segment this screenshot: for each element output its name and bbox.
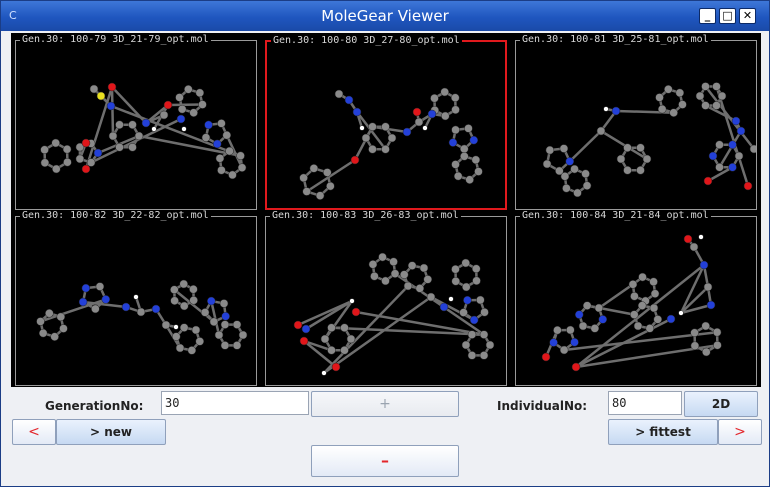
molecule-panel-80[interactable]: Gen.30: 100-80 3D_27-80_opt.mol [265,35,507,210]
maximize-button[interactable]: □ [719,8,736,24]
molecule-structure [293,252,495,376]
molecule-structure [40,82,247,180]
fittest-button[interactable]: > fittest [608,419,718,445]
molecule-panel-82[interactable]: Gen.30: 100-82 3D_22-82_opt.mol [15,210,257,386]
mode-2d-button[interactable]: 2D [684,391,758,417]
molecule-panel-83[interactable]: Gen.30: 100-83 3D_26-83_opt.mol [265,210,507,386]
generation-label: GenerationNo: [45,399,144,413]
close-button[interactable]: ✕ [739,8,756,24]
minus-button[interactable]: – [311,445,459,477]
molecule-panel-79[interactable]: Gen.30: 100-79 3D_21-79_opt.mol [15,34,257,210]
molecule-structure [541,234,722,372]
molecule-structure [542,82,756,198]
prev-button[interactable]: < [12,419,56,445]
molecule-grid: Gen.30: 100-79 3D_21-79_opt.mol Gen.30: … [11,33,761,387]
minimize-button[interactable]: _ [699,8,716,24]
individual-input[interactable]: 80 [608,391,682,415]
molecule-structure [299,87,483,200]
title-bar[interactable]: C MoleGear Viewer _ □ ✕ [1,1,769,31]
molecule-panel-81[interactable]: Gen.30: 100-81 3D_25-81_opt.mol [515,34,757,210]
plus-button[interactable]: + [311,391,459,417]
molegear-viewer-window: C MoleGear Viewer _ □ ✕ Gen.30: 100-79 3… [0,0,770,487]
window-title: MoleGear Viewer [321,7,449,25]
individual-label: IndividualNo: [497,399,588,413]
molecule-panel-84[interactable]: Gen.30: 100-84 3D_21-84_opt.mol [515,210,757,386]
next-button[interactable]: > [718,419,762,445]
molecule-structure [36,279,248,355]
generation-input[interactable]: 30 [161,391,309,415]
new-button[interactable]: > new [56,419,166,445]
